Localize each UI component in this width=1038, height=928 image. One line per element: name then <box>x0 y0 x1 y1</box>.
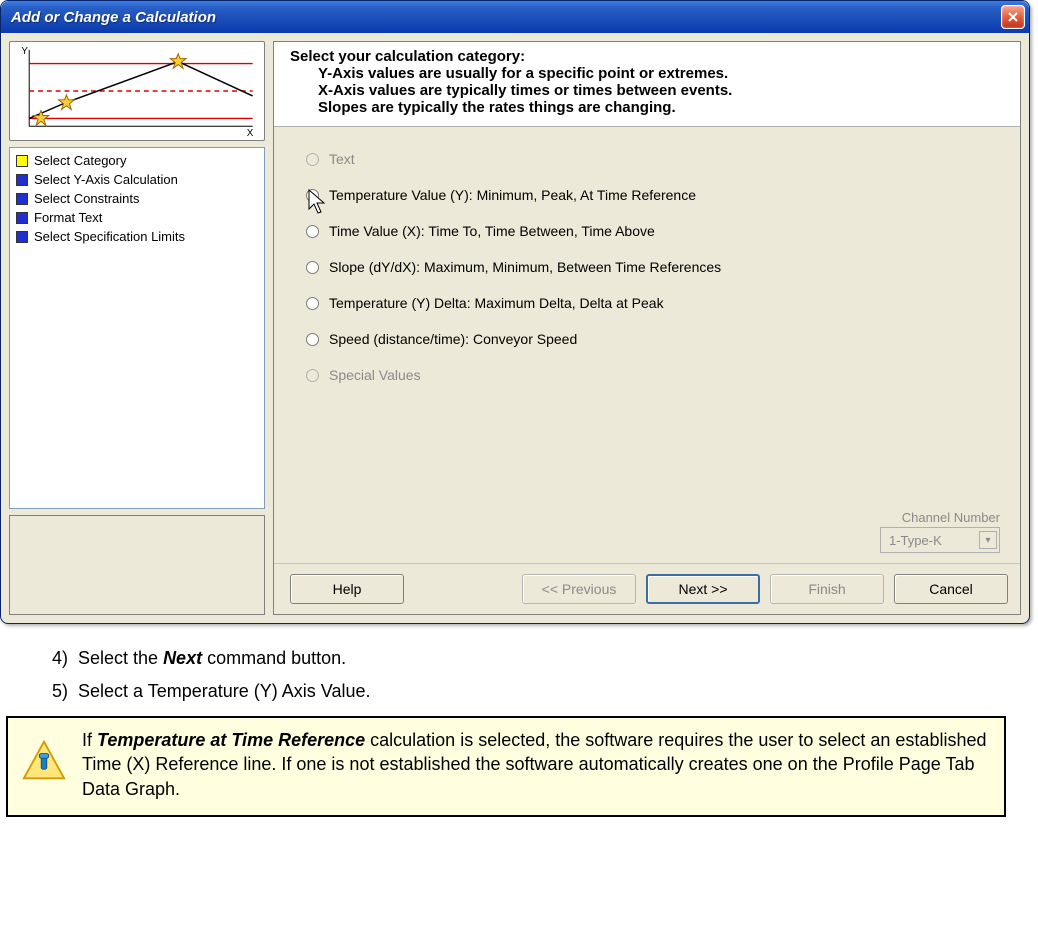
wizard-step: Format Text <box>16 208 258 227</box>
radio-option-slope[interactable]: Slope (dY/dX): Maximum, Minimum, Between… <box>306 259 996 275</box>
svg-text:Y: Y <box>21 46 28 57</box>
radio-option-temp-delta[interactable]: Temperature (Y) Delta: Maximum Delta, De… <box>306 295 996 311</box>
step-label: Select Specification Limits <box>34 229 185 244</box>
radio-label: Speed (distance/time): Conveyor Speed <box>329 331 577 347</box>
next-button[interactable]: Next >> <box>646 574 760 604</box>
radio-label: Time Value (X): Time To, Time Between, T… <box>329 223 655 239</box>
tip-text: If Temperature at Time Reference calcula… <box>82 728 990 801</box>
wizard-step: Select Constraints <box>16 189 258 208</box>
help-button[interactable]: Help <box>290 574 404 604</box>
radio-label: Special Values <box>329 367 421 383</box>
radio-option-time-x[interactable]: Time Value (X): Time To, Time Between, T… <box>306 223 996 239</box>
radio-option-text: Text <box>306 151 996 167</box>
radio-icon <box>306 297 319 310</box>
step-marker-icon <box>16 174 28 186</box>
instruction-step-4: 4) Select the Next command button. <box>0 642 1038 675</box>
wizard-step: Select Y-Axis Calculation <box>16 170 258 189</box>
header-subline: X-Axis values are typically times or tim… <box>290 82 1010 99</box>
step-marker-icon <box>16 155 28 167</box>
wizard-step: Select Category <box>16 151 258 170</box>
radio-option-speed[interactable]: Speed (distance/time): Conveyor Speed <box>306 331 996 347</box>
tip-callout: If Temperature at Time Reference calcula… <box>6 716 1006 817</box>
title-bar: Add or Change a Calculation <box>1 1 1029 33</box>
chevron-down-icon: ▾ <box>979 531 997 549</box>
radio-icon <box>306 225 319 238</box>
step-number: 4) <box>44 648 68 669</box>
right-column: Select your calculation category: Y-Axis… <box>273 41 1021 615</box>
radio-icon <box>306 369 319 382</box>
step-label: Select Constraints <box>34 191 140 206</box>
step-number: 5) <box>44 681 68 702</box>
previous-button: << Previous <box>522 574 636 604</box>
header-subline: Y-Axis values are usually for a specific… <box>290 65 1010 82</box>
chart-preview-svg: Y X <box>10 42 264 140</box>
radio-icon <box>306 189 319 202</box>
step-marker-icon <box>16 193 28 205</box>
channel-value: 1-Type-K <box>889 533 942 548</box>
page-header: Select your calculation category: Y-Axis… <box>274 42 1020 127</box>
step-marker-icon <box>16 212 28 224</box>
radio-label: Temperature (Y) Delta: Maximum Delta, De… <box>329 295 664 311</box>
radio-icon <box>306 153 319 166</box>
dialog-window: Add or Change a Calculation Y X <box>0 0 1030 624</box>
radio-group: Text Temperature Value (Y): Minimum, Pea… <box>274 127 1020 563</box>
step-label: Select Y-Axis Calculation <box>34 172 178 187</box>
header-subline: Slopes are typically the rates things ar… <box>290 99 1010 116</box>
dialog-body: Y X Select Category Select Y-Axis Calcul… <box>1 33 1029 623</box>
finish-button: Finish <box>770 574 884 604</box>
step-marker-icon <box>16 231 28 243</box>
window-title: Add or Change a Calculation <box>11 9 216 26</box>
description-panel <box>9 515 265 615</box>
radio-icon <box>306 333 319 346</box>
channel-number-block: Channel Number 1-Type-K ▾ <box>880 510 1000 553</box>
left-column: Y X Select Category Select Y-Axis Calcul… <box>9 41 265 615</box>
close-icon <box>1007 11 1019 23</box>
step-label: Select Category <box>34 153 127 168</box>
channel-label: Channel Number <box>880 510 1000 525</box>
svg-text:X: X <box>247 128 254 139</box>
step-label: Format Text <box>34 210 102 225</box>
channel-select: 1-Type-K ▾ <box>880 527 1000 553</box>
cancel-button[interactable]: Cancel <box>894 574 1008 604</box>
header-title: Select your calculation category: <box>290 48 1010 65</box>
step-text: Select a Temperature (Y) Axis Value. <box>78 681 370 702</box>
button-row: Help << Previous Next >> Finish Cancel <box>274 563 1020 614</box>
close-button[interactable] <box>1001 5 1025 29</box>
wizard-steps-list: Select Category Select Y-Axis Calculatio… <box>9 147 265 509</box>
wizard-step: Select Specification Limits <box>16 227 258 246</box>
radio-icon <box>306 261 319 274</box>
chart-preview: Y X <box>9 41 265 141</box>
radio-label: Slope (dY/dX): Maximum, Minimum, Between… <box>329 259 721 275</box>
radio-label: Temperature Value (Y): Minimum, Peak, At… <box>329 187 696 203</box>
step-text: Select the Next command button. <box>78 648 346 669</box>
radio-option-special: Special Values <box>306 367 996 383</box>
radio-option-temperature-y[interactable]: Temperature Value (Y): Minimum, Peak, At… <box>306 187 996 203</box>
tip-icon <box>22 738 66 782</box>
radio-label: Text <box>329 151 355 167</box>
instruction-step-5: 5) Select a Temperature (Y) Axis Value. <box>0 675 1038 708</box>
